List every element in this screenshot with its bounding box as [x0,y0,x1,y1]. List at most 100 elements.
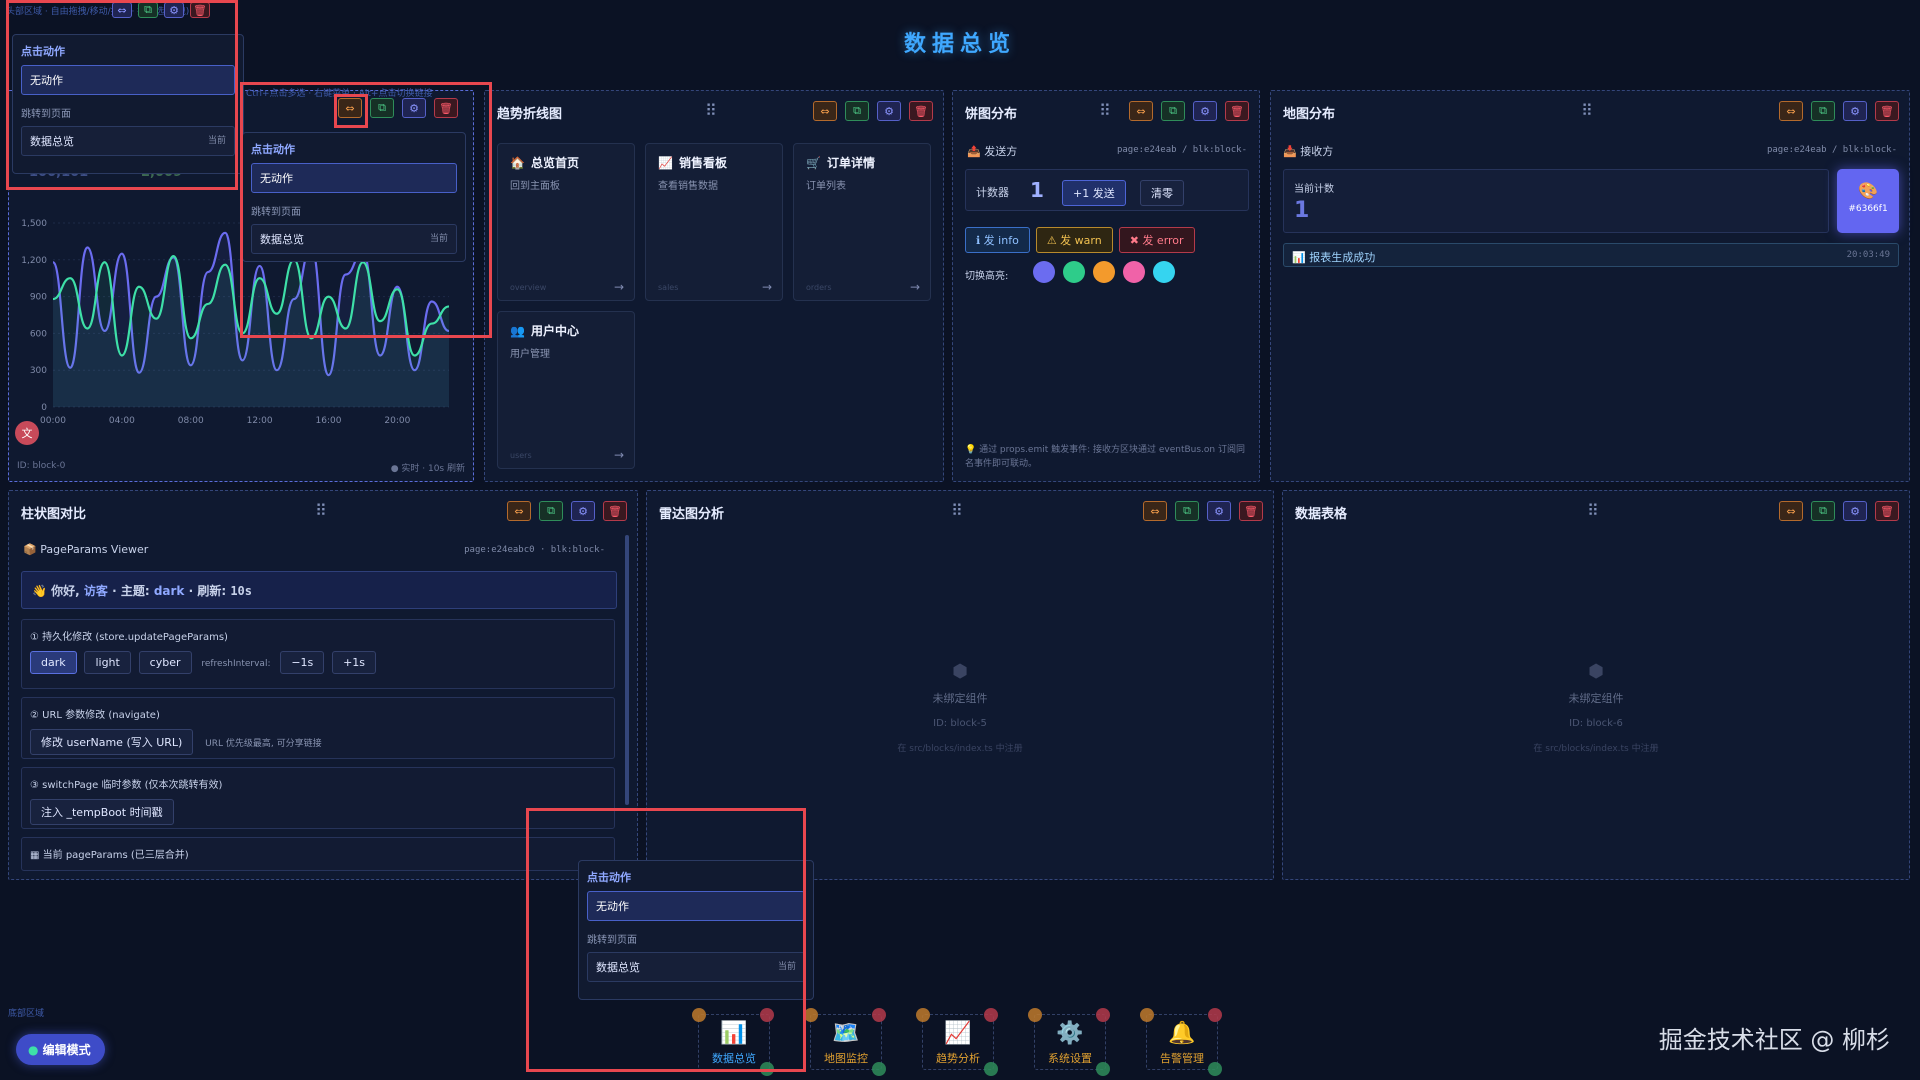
unbound-hint: 在 src/blocks/index.ts 中注册 [1533,744,1659,754]
dock-handle-icon[interactable] [1140,1008,1154,1022]
dock-handle-icon[interactable] [984,1062,998,1076]
color-hex: #6366f1 [1848,204,1888,214]
inject-tempboot-button[interactable]: 注入 _tempBoot 时间戳 [30,799,174,825]
swatch-pink[interactable] [1123,261,1145,283]
drag-handle-icon[interactable]: ⠿ [705,101,718,120]
arrow-right-icon: → [613,280,624,294]
nav-card-sales[interactable]: 📈 销售看板 查看销售数据 sales → [645,143,783,301]
unbound-placeholder: ⬢ 未绑定组件 ID: block-6 在 src/blocks/index.t… [1283,661,1909,754]
dock-handle-icon[interactable] [1028,1008,1042,1022]
dock-handle-icon[interactable] [984,1008,998,1022]
color-tile: 🎨 #6366f1 [1837,169,1899,233]
copy-icon[interactable]: ⧉ [1161,101,1185,121]
nav-card-orders[interactable]: 🛒 订单详情 订单列表 orders → [793,143,931,301]
unbound-label: 未绑定组件 [1568,692,1624,705]
trend-block[interactable]: 趋势折线图 ⠿ ⇔ ⧉ ⚙ 🗑 🏠 总览首页 回到主面板 overview → 📈… [484,90,944,482]
emit-buttons: ℹ 发 info ⚠ 发 warn ✖ 发 error [965,227,1195,253]
delete-icon[interactable]: 🗑 [1225,101,1249,121]
translate-icon[interactable]: 文 [15,421,39,445]
settings-icon[interactable]: ⚙ [1207,501,1231,521]
map-title: 地图分布 [1283,107,1336,122]
dock-handle-icon[interactable] [1096,1062,1110,1076]
copy-icon[interactable]: ⧉ [845,101,869,121]
map-block[interactable]: 地图分布 ⠿ ⇔ ⧉ ⚙ 🗑 📥 接收方 page:e24eab / blk:b… [1270,90,1910,482]
link-icon[interactable]: ⇔ [1779,101,1803,121]
users-icon: 👥 [510,323,525,338]
copy-icon[interactable]: ⧉ [1811,101,1835,121]
nav-card-users[interactable]: 👥 用户中心 用户管理 users → [497,311,635,469]
drag-handle-icon[interactable]: ⠿ [1587,501,1600,520]
x-tick-label: 00:00 [40,416,66,426]
theme-dark-button[interactable]: dark [30,651,77,674]
emit-warn-button[interactable]: ⚠ 发 warn [1035,227,1113,253]
dock-handle-icon[interactable] [872,1062,886,1076]
dock-handle-icon[interactable] [872,1008,886,1022]
emit-error-button[interactable]: ✖ 发 error [1118,227,1195,253]
dock-handle-icon[interactable] [804,1008,818,1022]
greet-refresh-label: · 刷新: [188,584,227,598]
scrollbar[interactable] [625,535,629,805]
dock-handle-icon[interactable] [916,1008,930,1022]
theme-cyber-button[interactable]: cyber [138,651,192,674]
count-value: 1 [1294,198,1310,223]
greet-user: 访客 [83,584,108,598]
dock-label: 趋势分析 [936,1052,980,1065]
dock-handle-icon[interactable] [1208,1008,1222,1022]
copy-icon[interactable]: ⧉ [1811,501,1835,521]
swatch-orange[interactable] [1093,261,1115,283]
table-block[interactable]: 数据表格 ⠿ ⇔ ⧉ ⚙ 🗑 ⬢ 未绑定组件 ID: block-6 在 src… [1282,490,1910,880]
sender-path: page:e24eab / blk:block- [1116,145,1247,155]
cart-icon: 🛒 [806,155,821,170]
settings-icon[interactable]: ⚙ [571,501,595,521]
link-icon[interactable]: ⇔ [1129,101,1153,121]
set-username-button[interactable]: 修改 userName (写入 URL) [30,729,194,755]
dock-label: 告警管理 [1160,1052,1204,1065]
delete-icon[interactable]: 🗑 [1875,501,1899,521]
nav-card-overview[interactable]: 🏠 总览首页 回到主面板 overview → [497,143,635,301]
settings-icon[interactable]: ⚙ [1843,101,1867,121]
drag-handle-icon[interactable]: ⠿ [1099,101,1112,120]
swatch-purple[interactable] [1033,261,1055,283]
unbound-id: ID: block-6 [1569,718,1623,729]
nav-card-title: 用户中心 [530,324,579,338]
count-label: 当前计数 [1294,184,1334,195]
swatch-row [1033,261,1175,283]
dock-item-settings[interactable]: ⚙️ 系统设置 [1034,1014,1106,1070]
swatch-green[interactable] [1063,261,1085,283]
drag-handle-icon[interactable]: ⠿ [315,501,328,520]
drag-handle-icon[interactable]: ⠿ [951,501,964,520]
refresh-minus-button[interactable]: −1s [280,651,325,674]
receiver-label: 📥 接收方 [1283,145,1334,158]
nav-card-foot: orders [806,283,832,292]
settings-icon[interactable]: ⚙ [1193,101,1217,121]
emit-info-button[interactable]: ℹ 发 info [965,227,1030,253]
delete-icon[interactable]: 🗑 [603,501,627,521]
delete-icon[interactable]: 🗑 [909,101,933,121]
dock-item-map[interactable]: 🗺️ 地图监控 [810,1014,882,1070]
pie-block[interactable]: 饼图分布 ⠿ ⇔ ⧉ ⚙ 🗑 📤 发送方 page:e24eab / blk:b… [952,90,1260,482]
bar-title: 柱状图对比 [21,507,87,522]
dock-item-trend[interactable]: 📈 趋势分析 [922,1014,994,1070]
link-icon[interactable]: ⇔ [813,101,837,121]
dock-label: 地图监控 [824,1052,868,1065]
send-button[interactable]: +1 发送 [1062,180,1126,206]
theme-light-button[interactable]: light [84,651,131,674]
link-icon[interactable]: ⇔ [1779,501,1803,521]
delete-icon[interactable]: 🗑 [1875,101,1899,121]
clear-button[interactable]: 清零 [1140,180,1184,206]
drag-handle-icon[interactable]: ⠿ [1581,101,1594,120]
settings-icon[interactable]: ⚙ [877,101,901,121]
delete-icon[interactable]: 🗑 [1239,501,1263,521]
refresh-plus-button[interactable]: +1s [332,651,377,674]
pie-title: 饼图分布 [965,107,1018,122]
swatch-cyan[interactable] [1153,261,1175,283]
copy-icon[interactable]: ⧉ [539,501,563,521]
dock-handle-icon[interactable] [1208,1062,1222,1076]
edit-mode-button[interactable]: ● 编辑模式 [16,1034,105,1065]
link-icon[interactable]: ⇔ [1143,501,1167,521]
settings-icon[interactable]: ⚙ [1843,501,1867,521]
dock-item-alerts[interactable]: 🔔 告警管理 [1146,1014,1218,1070]
dock-handle-icon[interactable] [1096,1008,1110,1022]
link-icon[interactable]: ⇔ [507,501,531,521]
copy-icon[interactable]: ⧉ [1175,501,1199,521]
